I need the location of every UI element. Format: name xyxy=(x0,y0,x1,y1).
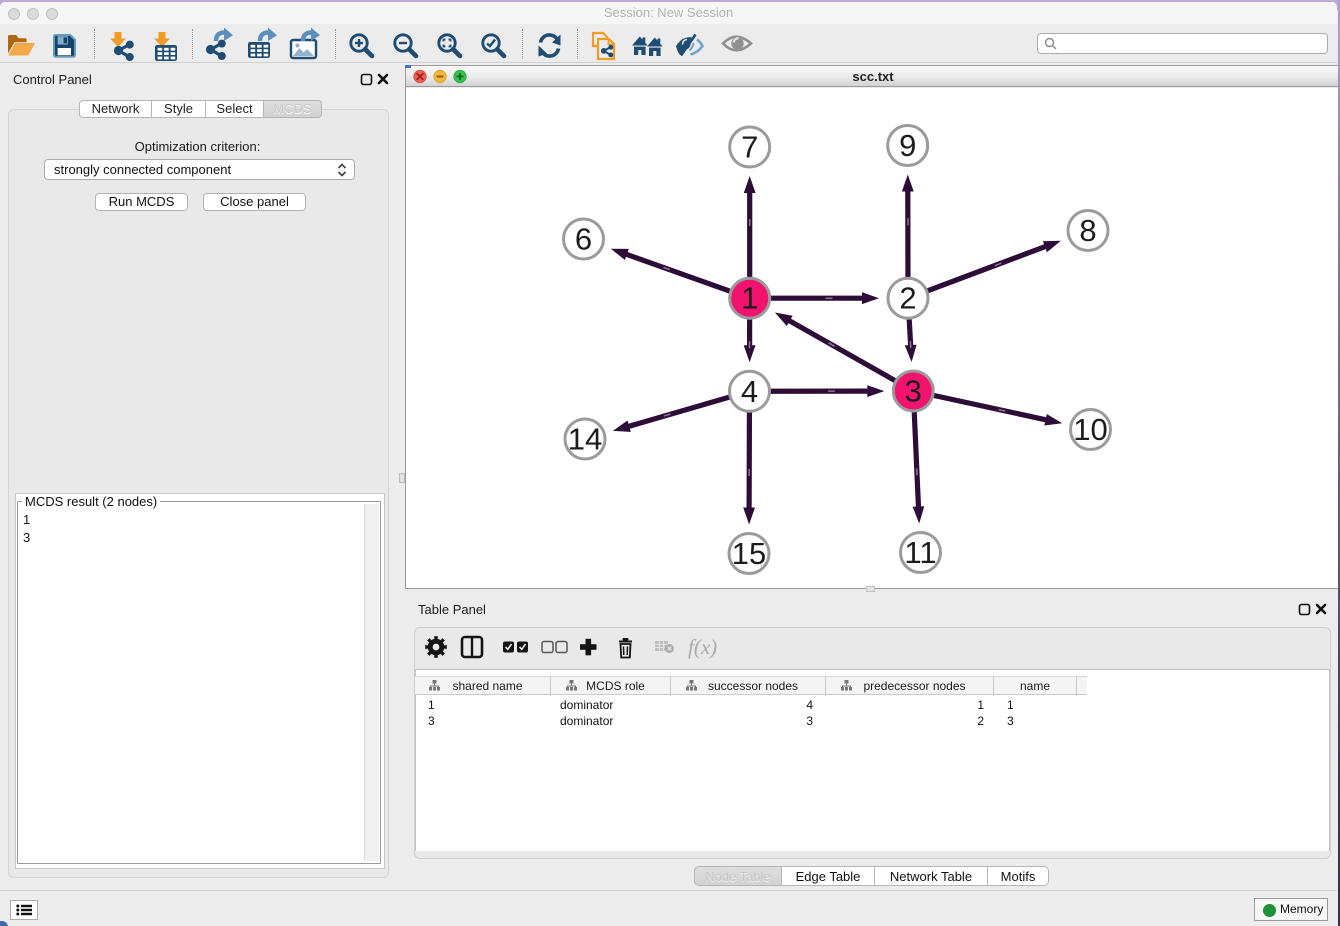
svg-text:9: 9 xyxy=(899,128,916,163)
svg-text:10: 10 xyxy=(1073,412,1107,447)
svg-text:6: 6 xyxy=(575,222,592,257)
svg-text:1: 1 xyxy=(741,281,758,316)
svg-text:7: 7 xyxy=(741,130,758,165)
svg-text:11: 11 xyxy=(904,535,936,570)
svg-text:15: 15 xyxy=(732,536,766,571)
svg-text:3: 3 xyxy=(905,374,922,409)
svg-text:14: 14 xyxy=(568,422,602,457)
svg-text:f(x): f(x) xyxy=(688,635,717,659)
svg-text:4: 4 xyxy=(741,374,758,409)
svg-text:2: 2 xyxy=(899,281,916,316)
svg-text:8: 8 xyxy=(1079,213,1096,248)
